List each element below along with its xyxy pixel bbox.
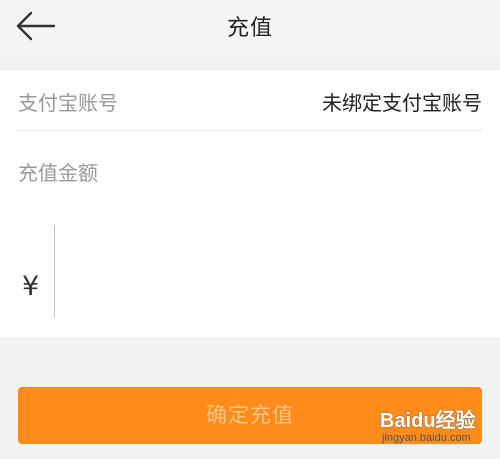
top-bar: 充值	[0, 0, 500, 55]
alipay-account-value[interactable]: 未绑定支付宝账号	[322, 87, 482, 116]
watermark-url: jingyan.baidu.com	[382, 432, 471, 444]
recharge-page: 充值 支付宝账号 未绑定支付宝账号 充值金额 ¥ 确定充值 Baidu经验 ji…	[0, 0, 500, 459]
recharge-amount-label: 充值金额	[18, 161, 98, 185]
page-title: 充值	[226, 16, 273, 41]
amount-input[interactable]	[54, 225, 474, 317]
watermark-logo: Baidu经验	[380, 410, 476, 432]
baidu-jingyan-watermark: Baidu经验 jingyan.baidu.com	[380, 404, 492, 456]
alipay-account-label: 支付宝账号	[18, 91, 118, 115]
alipay-account-row[interactable]: 支付宝账号 未绑定支付宝账号	[18, 70, 482, 131]
recharge-form: 支付宝账号 未绑定支付宝账号 充值金额 ¥	[0, 70, 500, 337]
currency-symbol: ¥	[22, 271, 40, 302]
